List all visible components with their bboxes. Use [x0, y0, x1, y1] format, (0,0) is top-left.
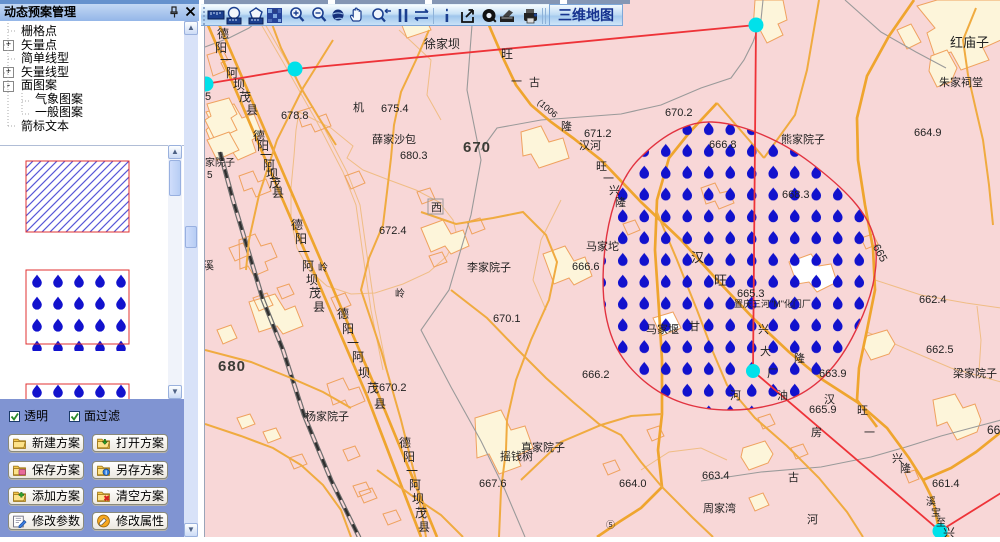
- svg-text:666.2: 666.2: [582, 369, 610, 381]
- svg-text:古: 古: [529, 76, 540, 89]
- svg-text:真家院子: 真家院子: [521, 440, 565, 454]
- svg-text:680: 680: [218, 358, 246, 375]
- svg-text:马家堰: 马家堰: [646, 322, 679, 336]
- svg-text:阿: 阿: [352, 350, 364, 364]
- svg-text:667.6: 667.6: [479, 478, 507, 490]
- svg-text:670: 670: [463, 139, 491, 156]
- svg-text:一: 一: [511, 76, 522, 88]
- svg-text:662.5: 662.5: [926, 344, 954, 356]
- svg-text:5: 5: [207, 170, 213, 181]
- svg-text:县: 县: [313, 300, 325, 314]
- svg-text:红庙子: 红庙子: [950, 35, 989, 50]
- svg-text:一: 一: [220, 53, 232, 67]
- svg-text:汉: 汉: [824, 393, 835, 406]
- svg-text:670.1: 670.1: [493, 313, 521, 325]
- svg-text:隆: 隆: [561, 119, 572, 133]
- svg-text:德: 德: [291, 217, 303, 232]
- svg-text:672.4: 672.4: [379, 225, 407, 237]
- svg-text:661.4: 661.4: [932, 478, 960, 490]
- svg-text:670.2: 670.2: [379, 382, 407, 394]
- svg-text:岭: 岭: [395, 287, 405, 300]
- svg-text:机: 机: [353, 100, 364, 114]
- svg-text:李家院子: 李家院子: [467, 260, 511, 274]
- svg-text:5: 5: [205, 91, 211, 103]
- svg-text:溪: 溪: [926, 496, 936, 508]
- svg-text:杨家院子: 杨家院子: [305, 409, 349, 423]
- svg-text:666.6: 666.6: [572, 261, 600, 273]
- svg-text:德: 德: [217, 26, 229, 41]
- svg-text:阳: 阳: [403, 450, 415, 464]
- svg-text:汉河: 汉河: [579, 139, 601, 152]
- svg-text:县: 县: [418, 520, 430, 534]
- svg-text:茂: 茂: [367, 381, 379, 395]
- svg-text:663.4: 663.4: [702, 470, 730, 482]
- svg-text:家院子: 家院子: [205, 156, 235, 169]
- svg-text:河: 河: [807, 513, 818, 526]
- svg-text:隆: 隆: [900, 461, 911, 475]
- svg-text:汉: 汉: [691, 250, 704, 265]
- svg-text:油: 油: [777, 388, 788, 402]
- svg-text:一: 一: [864, 427, 875, 439]
- svg-text:县: 县: [246, 103, 258, 117]
- svg-text:旺: 旺: [714, 273, 727, 288]
- svg-text:阳: 阳: [295, 232, 307, 246]
- svg-text:茂: 茂: [309, 286, 321, 300]
- svg-text:兴: 兴: [609, 184, 620, 197]
- svg-text:坝: 坝: [306, 273, 318, 287]
- svg-text:坝: 坝: [358, 366, 370, 380]
- svg-text:德: 德: [337, 306, 349, 321]
- svg-text:664.0: 664.0: [619, 478, 647, 490]
- svg-text:一: 一: [347, 336, 359, 350]
- svg-text:房: 房: [811, 426, 822, 439]
- svg-text:668.3: 668.3: [782, 189, 810, 201]
- svg-text:厂: 厂: [767, 368, 778, 380]
- svg-text:663.9: 663.9: [819, 368, 847, 380]
- svg-text:大: 大: [760, 344, 771, 358]
- svg-text:阿: 阿: [409, 478, 421, 492]
- svg-text:662.4: 662.4: [919, 294, 947, 306]
- svg-text:溪: 溪: [205, 259, 214, 272]
- svg-text:岭: 岭: [318, 261, 328, 274]
- svg-text:680.3: 680.3: [400, 150, 428, 162]
- svg-text:河: 河: [730, 389, 741, 402]
- svg-text:马家坨: 马家坨: [586, 239, 619, 253]
- svg-text:664.9: 664.9: [914, 127, 942, 139]
- svg-text:梁家院子: 梁家院子: [953, 366, 997, 380]
- svg-text:古: 古: [788, 471, 799, 484]
- svg-text:周家湾: 周家湾: [703, 501, 736, 515]
- svg-text:一: 一: [298, 245, 310, 259]
- svg-text:县: 县: [272, 186, 284, 200]
- svg-text:旺: 旺: [501, 47, 513, 61]
- svg-text:坝: 坝: [412, 492, 424, 506]
- svg-text:甘: 甘: [689, 320, 700, 333]
- svg-text:671.2: 671.2: [584, 128, 612, 140]
- svg-text:西: 西: [431, 202, 442, 214]
- svg-text:666.8: 666.8: [709, 139, 737, 151]
- svg-text:兴: 兴: [943, 526, 955, 537]
- svg-text:县: 县: [374, 397, 386, 411]
- svg-text:i: i: [105, 469, 107, 476]
- svg-text:置庆三河"M"化门厂: 置庆三河"M"化门厂: [734, 298, 811, 309]
- svg-text:阿: 阿: [302, 259, 314, 273]
- svg-text:⑤: ⑤: [606, 520, 615, 530]
- svg-text:675.4: 675.4: [381, 103, 409, 115]
- svg-text:隆: 隆: [615, 195, 626, 209]
- svg-text:兴: 兴: [758, 323, 769, 336]
- svg-text:一: 一: [603, 173, 614, 185]
- svg-text:670.2: 670.2: [665, 107, 693, 119]
- svg-text:678.8: 678.8: [281, 110, 309, 122]
- svg-text:茂: 茂: [415, 506, 427, 520]
- svg-text:阳: 阳: [342, 322, 354, 336]
- svg-text:徐家坝: 徐家坝: [424, 36, 460, 51]
- svg-text:薛家沙包: 薛家沙包: [372, 132, 416, 146]
- svg-text:朱家祠堂: 朱家祠堂: [939, 75, 983, 89]
- svg-text:德: 德: [399, 435, 411, 450]
- svg-text:熊家院子: 熊家院子: [781, 132, 825, 146]
- svg-text:旺: 旺: [857, 405, 868, 417]
- svg-text:隆: 隆: [794, 351, 805, 365]
- svg-text:茂: 茂: [239, 90, 251, 104]
- svg-text:664: 664: [987, 423, 1000, 437]
- svg-text:一: 一: [406, 464, 418, 478]
- svg-text:旺: 旺: [596, 161, 607, 173]
